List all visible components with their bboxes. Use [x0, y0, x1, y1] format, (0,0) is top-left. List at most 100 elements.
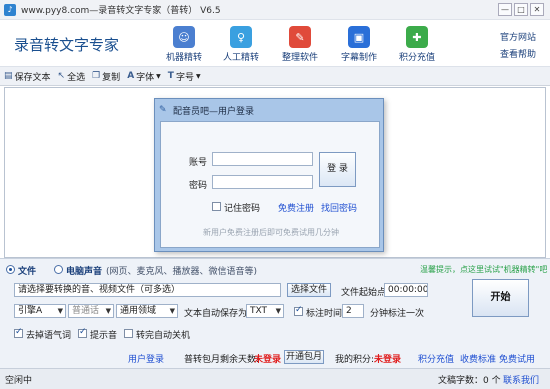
- help-link[interactable]: 查看帮助: [500, 47, 536, 60]
- language-select[interactable]: 普通话 ▼: [68, 304, 114, 318]
- header: 录音转文字专家 ☺ 机器精转 ♀ 人工精转 ✎ 整理软件 ▣ 字幕制作 ✚ 积分…: [0, 20, 550, 66]
- source-file-radio[interactable]: [6, 265, 15, 274]
- auto-shutdown-label: 转完自动关机: [136, 331, 191, 341]
- free-trial-link[interactable]: 免费试用: [499, 352, 535, 365]
- source-pc-note: (网页、麦克风、播放器、微信语音等): [106, 267, 258, 277]
- auto-shutdown-checkbox[interactable]: [124, 329, 133, 338]
- choose-file-button[interactable]: 选择文件: [287, 283, 331, 297]
- domain-select[interactable]: 通用领域 ▼: [116, 304, 178, 318]
- login-button[interactable]: 登 录: [319, 152, 356, 187]
- nav-label: 字幕制作: [340, 53, 377, 63]
- word-count: 文稿字数：0 个: [438, 376, 501, 386]
- minimize-button[interactable]: —: [498, 3, 512, 16]
- mark-time-label: 标注时间: [306, 309, 343, 319]
- nav-recharge[interactable]: ✚ 积分充值: [391, 26, 443, 63]
- beep-checkbox[interactable]: [78, 327, 87, 338]
- user-login-link[interactable]: 用户登录: [128, 352, 164, 365]
- toolbar-label: 字体: [136, 72, 155, 83]
- autosave-format-value: TXT: [250, 306, 268, 316]
- open-monthly-button[interactable]: 开通包月: [284, 350, 324, 364]
- points-label: 我的积分:: [335, 355, 375, 365]
- title-bar: ♪ www.pyy8.com—录音转文字专家（普转） V6.5 — □ ✕: [0, 0, 550, 20]
- official-site-link[interactable]: 官方网站: [500, 30, 536, 43]
- nav-label: 积分充值: [398, 53, 435, 63]
- autosave-label: 文本自动保存为: [184, 309, 248, 319]
- app-name: 录音转文字专家: [14, 36, 120, 54]
- contact-link[interactable]: 联系我们: [503, 373, 539, 386]
- chevron-down-icon: ▼: [57, 307, 63, 315]
- password-input[interactable]: [212, 175, 313, 189]
- file-path-input[interactable]: 请选择要转换的音、视频文件（可多选）: [14, 283, 281, 297]
- select-all-button[interactable]: ↖ 全选: [58, 70, 86, 83]
- close-button[interactable]: ✕: [530, 3, 544, 16]
- feather-icon: ✎: [159, 105, 167, 115]
- monthly-status-value: 未登录: [254, 355, 282, 365]
- chevron-down-icon: ▼: [105, 307, 111, 315]
- account-status-row: 用户登录 普转包月剩余天数: 未登录 开通包月 我的积分: 未登录 积分充值 收…: [0, 350, 550, 366]
- start-button[interactable]: 开始: [472, 279, 529, 317]
- toolbar: ▤ 保存文本 ↖ 全选 ❐ 复制 A 字体 ▼ T 字号 ▼: [0, 66, 550, 86]
- mark-interval-suffix: 分钟标注一次: [370, 309, 425, 319]
- font-size-icon: T: [167, 71, 174, 81]
- tip-link[interactable]: 温馨提示，点这里试试"机器精转"吧: [420, 264, 547, 275]
- dialog-hint: 新用户免费注册后即可免费试用几分钟: [203, 228, 339, 237]
- domain-value: 通用领域: [120, 306, 157, 316]
- nav-label: 机器精转: [165, 53, 202, 63]
- dialog-title: 配音员吧—用户登录: [173, 106, 255, 117]
- remove-filler-checkbox[interactable]: [14, 327, 23, 338]
- nav-machine-transcribe[interactable]: ☺ 机器精转: [158, 26, 210, 63]
- nav-subtitle[interactable]: ▣ 字幕制作: [333, 26, 385, 63]
- nav-human-transcribe[interactable]: ♀ 人工精转: [215, 26, 267, 63]
- start-point-label: 文件起始点: [341, 288, 387, 298]
- font-size-menu[interactable]: T 字号 ▼: [168, 70, 201, 83]
- window-title: www.pyy8.com—录音转文字专家（普转） V6.5: [21, 6, 221, 16]
- toolbar-label: 字号: [175, 72, 194, 83]
- monthly-days-label: 普转包月剩余天数:: [184, 355, 260, 365]
- font-menu[interactable]: A 字体 ▼: [127, 70, 161, 83]
- autosave-format-select[interactable]: TXT ▼: [246, 304, 284, 318]
- save-text-button[interactable]: ▤ 保存文本: [4, 70, 51, 83]
- toolbar-label: 复制: [102, 72, 121, 83]
- person-icon: ♀: [230, 26, 252, 48]
- coins-icon: ✚: [406, 26, 428, 48]
- password-label: 密码: [189, 181, 208, 191]
- chevron-down-icon: ▼: [275, 307, 281, 315]
- mark-time-checkbox[interactable]: [294, 305, 303, 316]
- dialog-title-bar: ✎ 配音员吧—用户登录: [159, 101, 379, 119]
- status-text: 空闲中: [5, 376, 33, 386]
- source-pc-radio[interactable]: [54, 265, 63, 274]
- account-input[interactable]: [212, 152, 313, 166]
- remember-password-checkbox[interactable]: [212, 202, 221, 211]
- app-logo-icon: ♪: [4, 3, 16, 16]
- mark-interval-stepper[interactable]: 2: [342, 304, 364, 318]
- subtitle-icon: ▣: [348, 26, 370, 48]
- remember-password-label: 记住密码: [224, 204, 261, 214]
- recover-password-link[interactable]: 找回密码: [321, 201, 357, 214]
- nav-organize-software[interactable]: ✎ 整理软件: [274, 26, 326, 63]
- maximize-button[interactable]: □: [514, 3, 528, 16]
- edit-pen-icon: ✎: [289, 26, 311, 48]
- engine-select[interactable]: 引擎A ▼: [14, 304, 66, 318]
- points-value: 未登录: [374, 355, 402, 365]
- save-icon: ▤: [4, 71, 13, 81]
- recharge-link[interactable]: 积分充值: [418, 352, 454, 365]
- remove-filler-label: 去掉语气词: [26, 331, 72, 341]
- pricing-link[interactable]: 收费标准: [460, 352, 496, 365]
- chevron-down-icon: ▼: [195, 72, 201, 80]
- font-icon: A: [127, 71, 135, 81]
- language-value: 普通话: [72, 306, 100, 316]
- source-file-label: 文件: [18, 267, 37, 277]
- status-bar: 空闲中 文稿字数：0 个 联系我们: [0, 368, 550, 389]
- control-panel: 文件 电脑声音 (网页、麦克风、播放器、微信语音等) 温馨提示，点这里试试"机器…: [0, 258, 550, 368]
- engine-value: 引擎A: [18, 306, 43, 316]
- cursor-icon: ↖: [57, 71, 66, 81]
- register-link[interactable]: 免费注册: [278, 201, 314, 214]
- copy-button[interactable]: ❐ 复制: [92, 70, 120, 83]
- beep-label: 提示音: [90, 331, 118, 341]
- chevron-down-icon: ▼: [156, 72, 161, 80]
- source-pc-label: 电脑声音: [66, 267, 103, 277]
- start-time-input[interactable]: 00:00:00: [384, 283, 428, 297]
- copy-icon: ❐: [92, 71, 101, 81]
- nav-label: 整理软件: [281, 53, 318, 63]
- chevron-down-icon: ▼: [169, 307, 175, 315]
